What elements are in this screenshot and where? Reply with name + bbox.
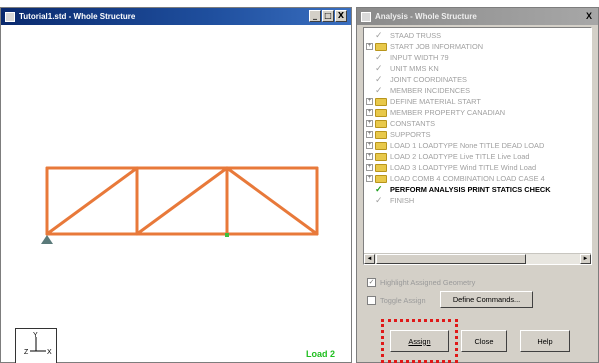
window-controls: _ □ X	[309, 10, 347, 22]
tree-item[interactable]: + DEFINE MATERIAL START	[366, 96, 481, 107]
expand-icon[interactable]: +	[366, 131, 373, 138]
diagonal-member[interactable]	[225, 166, 319, 236]
analysis-window: Analysis - Whole Structure X ✓ STAAD TRUS…	[356, 7, 599, 363]
checkmark-icon: ✓	[375, 184, 383, 194]
tree-item-label: MEMBER INCIDENCES	[390, 86, 471, 95]
highlight-label: Highlight Assigned Geometry	[380, 278, 476, 287]
tree-item-label: DEFINE MATERIAL START	[390, 97, 481, 106]
tree-item[interactable]: + START JOB INFORMATION	[366, 41, 483, 52]
tree-item[interactable]: ✓ INPUT WIDTH 79	[366, 52, 449, 63]
checkmark-icon: ✓	[375, 74, 383, 84]
tree-item-label: INPUT WIDTH 79	[390, 53, 449, 62]
folder-icon	[375, 130, 387, 139]
tree-item-label: STAAD TRUSS	[390, 31, 442, 40]
command-tree[interactable]: ✓ STAAD TRUSS + START JOB INFORMATION ✓ INPUT…	[363, 27, 592, 265]
tree-item[interactable]: + SUPPORTS	[366, 129, 431, 140]
expand-icon[interactable]: +	[366, 120, 373, 127]
axis-x-label: X	[47, 349, 52, 356]
checkmark-icon: ✓	[375, 85, 383, 95]
close-icon[interactable]: X	[583, 10, 595, 22]
tree-item[interactable]: + LOAD 3 LOADTYPE Wind TITLE Wind Load	[366, 162, 536, 173]
help-button[interactable]: Help	[520, 330, 570, 352]
axis-z-label: Z	[24, 349, 29, 356]
structure-window: Tutorial1.std - Whole Structure _ □ X Y …	[0, 7, 352, 363]
tree-item-label: UNIT MMS KN	[390, 64, 439, 73]
tree-item-label: LOAD COMB 4 COMBINATION LOAD CASE 4	[390, 174, 545, 183]
folder-icon	[375, 42, 387, 51]
toggle-assign-option[interactable]: Toggle Assign	[367, 296, 426, 305]
highlight-checkbox[interactable]: ✓	[367, 278, 376, 287]
toggle-assign-checkbox[interactable]	[367, 296, 376, 305]
load-case-label: Load 2	[306, 349, 336, 359]
expand-icon[interactable]: +	[366, 153, 373, 160]
scroll-left-button[interactable]: ◄	[364, 254, 375, 264]
analysis-window-title: Analysis - Whole Structure	[375, 12, 477, 21]
tree-item-label: LOAD 2 LOADTYPE Live TITLE Live Load	[390, 152, 530, 161]
tree-item-label: FINISH	[390, 196, 415, 205]
folder-icon	[375, 108, 387, 117]
tree-item-label: JOINT COORDINATES	[390, 75, 467, 84]
assign-button[interactable]: Assign	[390, 330, 449, 352]
pinned-support-icon[interactable]	[41, 235, 53, 244]
checkmark-icon: ✓	[375, 195, 383, 205]
tree-item[interactable]: + MEMBER PROPERTY CANADIAN	[366, 107, 505, 118]
scroll-thumb[interactable]	[376, 254, 526, 264]
tree-item[interactable]: + LOAD COMB 4 COMBINATION LOAD CASE 4	[366, 173, 545, 184]
tree-item-label: LOAD 3 LOADTYPE Wind TITLE Wind Load	[390, 163, 537, 172]
expand-icon[interactable]: +	[366, 98, 373, 105]
folder-icon	[375, 119, 387, 128]
tree-item[interactable]: ✓ PERFORM ANALYSIS PRINT STATICS CHECK	[366, 184, 551, 195]
tree-item-label: LOAD 1 LOADTYPE None TITLE DEAD LOAD	[390, 141, 545, 150]
toggle-assign-label: Toggle Assign	[380, 296, 426, 305]
tree-item-label: START JOB INFORMATION	[390, 42, 484, 51]
expand-icon[interactable]: +	[366, 43, 373, 50]
structure-viewport[interactable]: Y X Z Load 2	[1, 25, 351, 363]
axis-triad-icon: Y X Z	[24, 332, 52, 356]
truss-model[interactable]	[1, 25, 351, 363]
folder-icon	[375, 152, 387, 161]
horizontal-scrollbar[interactable]: ◄ ►	[364, 253, 591, 264]
tree-item[interactable]: + LOAD 1 LOADTYPE None TITLE DEAD LOAD	[366, 140, 544, 151]
tree-item-label: PERFORM ANALYSIS PRINT STATICS CHECK	[390, 185, 551, 194]
checkmark-icon: ✓	[375, 30, 383, 40]
structure-window-title: Tutorial1.std - Whole Structure	[19, 12, 136, 21]
analysis-app-icon	[361, 11, 371, 22]
app-icon	[5, 11, 15, 22]
restore-button[interactable]: □	[322, 10, 334, 22]
tree-item-label: CONSTANTS	[390, 119, 436, 128]
axis-triad: Y X Z	[15, 328, 57, 363]
highlight-option[interactable]: ✓ Highlight Assigned Geometry	[367, 278, 475, 287]
tree-item-label: SUPPORTS	[390, 130, 431, 139]
folder-icon	[375, 174, 387, 183]
tree-item[interactable]: ✓ JOINT COORDINATES	[366, 74, 467, 85]
tree-item[interactable]: ✓ UNIT MMS KN	[366, 63, 439, 74]
tree-item[interactable]: ✓ FINISH	[366, 195, 414, 206]
folder-icon	[375, 163, 387, 172]
folder-icon	[375, 97, 387, 106]
tree-item-label: MEMBER PROPERTY CANADIAN	[390, 108, 506, 117]
checkmark-icon: ✓	[375, 63, 383, 73]
structure-window-titlebar[interactable]: Tutorial1.std - Whole Structure _ □ X	[1, 8, 351, 25]
node-marker[interactable]	[225, 233, 229, 237]
expand-icon[interactable]: +	[366, 142, 373, 149]
diagonal-member[interactable]	[135, 166, 229, 236]
diagonal-member[interactable]	[45, 166, 139, 236]
folder-icon	[375, 141, 387, 150]
expand-icon[interactable]: +	[366, 164, 373, 171]
tree-item[interactable]: ✓ STAAD TRUSS	[366, 30, 441, 41]
define-commands-button[interactable]: Define Commands...	[440, 291, 533, 308]
tree-item[interactable]: + LOAD 2 LOADTYPE Live TITLE Live Load	[366, 151, 530, 162]
expand-icon[interactable]: +	[366, 175, 373, 182]
tree-item[interactable]: + CONSTANTS	[366, 118, 435, 129]
scroll-right-button[interactable]: ►	[580, 254, 591, 264]
axis-y-label: Y	[33, 332, 38, 339]
close-button[interactable]: Close	[461, 330, 507, 352]
tree-item[interactable]: ✓ MEMBER INCIDENCES	[366, 85, 470, 96]
minimize-button[interactable]: _	[309, 10, 321, 22]
expand-icon[interactable]: +	[366, 109, 373, 116]
checkmark-icon: ✓	[375, 52, 383, 62]
analysis-window-titlebar[interactable]: Analysis - Whole Structure X	[357, 8, 598, 25]
close-button[interactable]: X	[335, 10, 347, 22]
